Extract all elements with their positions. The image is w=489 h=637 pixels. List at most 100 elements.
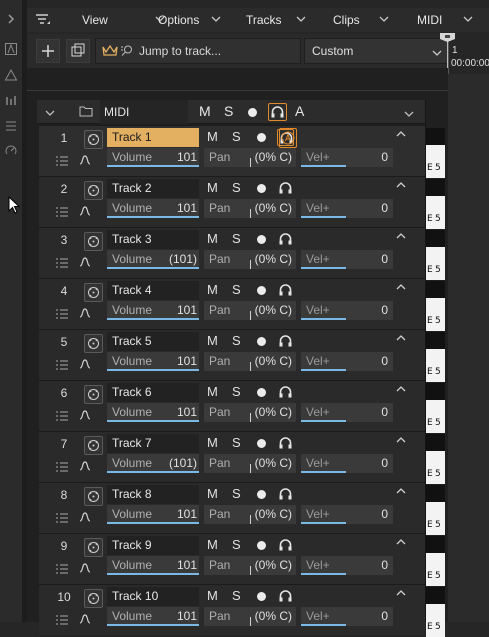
track-icon[interactable]: [84, 334, 103, 353]
track-header[interactable]: 4 Track 4 M S Volume 101 Pan (0% C) Vel+…: [39, 278, 425, 329]
track-menu-icon[interactable]: [56, 410, 68, 421]
collapse-folder-icon[interactable]: [44, 107, 56, 121]
mute-button[interactable]: M: [207, 588, 218, 603]
track-header[interactable]: 3 Track 3 M S Volume (101) Pan (0% C) Ve…: [39, 227, 425, 278]
solo-button[interactable]: S: [232, 588, 241, 603]
track-icon[interactable]: [84, 283, 103, 302]
chevron-up-icon[interactable]: [395, 332, 407, 346]
record-arm-button[interactable]: [257, 592, 266, 601]
duplicate-track-button[interactable]: [66, 39, 90, 63]
solo-button[interactable]: S: [232, 129, 241, 144]
mute-button[interactable]: M: [207, 435, 218, 450]
chevron-down-icon[interactable]: [462, 8, 474, 32]
track-name-field[interactable]: Track 5: [107, 332, 199, 351]
record-arm-button[interactable]: [257, 490, 266, 499]
chevron-up-icon[interactable]: [395, 281, 407, 295]
solo-button[interactable]: S: [232, 384, 241, 399]
track-menu-icon[interactable]: [56, 461, 68, 472]
input-monitor-button[interactable]: [277, 384, 294, 401]
track-menu-icon[interactable]: [56, 512, 68, 523]
mute-button[interactable]: M: [207, 384, 218, 399]
midi-clip[interactable]: [426, 400, 445, 433]
volume-slider[interactable]: Volume 101: [107, 403, 199, 422]
solo-button[interactable]: S: [232, 231, 241, 246]
midi-clip[interactable]: [426, 247, 445, 280]
dial-icon[interactable]: [4, 144, 18, 158]
playhead-marker[interactable]: [439, 32, 456, 42]
midi-clip[interactable]: [426, 349, 445, 382]
folder-automation-button[interactable]: A: [295, 103, 304, 119]
track-header[interactable]: 9 Track 9 M S Volume 101 Pan (0% C) Vel+…: [39, 533, 425, 584]
record-arm-button[interactable]: [257, 541, 266, 550]
track-menu-icon[interactable]: [56, 257, 68, 268]
meters-icon[interactable]: [4, 94, 18, 108]
velocity-slider[interactable]: Vel+ 0: [301, 250, 393, 269]
pan-slider[interactable]: Pan (0% C): [204, 607, 296, 626]
midi-clip[interactable]: [426, 451, 445, 484]
volume-slider[interactable]: Volume 101: [107, 352, 199, 371]
midi-clip[interactable]: [426, 502, 445, 535]
chevron-up-icon[interactable]: [395, 383, 407, 397]
track-name-field[interactable]: Track 1: [107, 128, 199, 147]
menu-options[interactable]: Options: [158, 8, 199, 32]
track-icon[interactable]: [84, 436, 103, 455]
record-arm-button[interactable]: [257, 439, 266, 448]
solo-button[interactable]: S: [232, 333, 241, 348]
track-header[interactable]: 2 Track 2 M S Volume 101 Pan (0% C) Vel+…: [39, 176, 425, 227]
input-monitor-button[interactable]: [277, 333, 294, 350]
chevron-up-icon[interactable]: [395, 434, 407, 448]
pan-slider[interactable]: Pan (0% C): [204, 556, 296, 575]
chevron-up-icon[interactable]: [395, 536, 407, 550]
track-menu-icon[interactable]: [56, 206, 68, 217]
chevron-up-icon[interactable]: [395, 587, 407, 601]
midi-clip[interactable]: [426, 196, 445, 229]
track-header[interactable]: 5 Track 5 M S Volume 101 Pan (0% C) Vel+…: [39, 329, 425, 380]
mute-button[interactable]: M: [207, 486, 218, 501]
chevron-down-icon[interactable]: [210, 8, 222, 32]
chevron-up-icon[interactable]: [395, 128, 407, 142]
velocity-slider[interactable]: Vel+ 0: [301, 454, 393, 473]
chevron-down-icon[interactable]: [403, 108, 415, 122]
pan-slider[interactable]: Pan (0% C): [204, 148, 296, 167]
track-menu-icon[interactable]: [56, 308, 68, 319]
midi-clip[interactable]: [426, 553, 445, 586]
automation-curve-icon[interactable]: [79, 256, 91, 268]
input-monitor-button[interactable]: [277, 537, 294, 554]
pan-slider[interactable]: Pan (0% C): [204, 352, 296, 371]
track-icon[interactable]: [84, 181, 103, 200]
volume-slider[interactable]: Volume 101: [107, 148, 199, 167]
automation-curve-icon[interactable]: [79, 562, 91, 574]
record-arm-button[interactable]: [257, 184, 266, 193]
automation-curve-icon[interactable]: [79, 511, 91, 523]
velocity-slider[interactable]: Vel+ 0: [301, 607, 393, 626]
track-name-field[interactable]: Track 10: [107, 587, 199, 606]
pan-slider[interactable]: Pan (0% C): [204, 250, 296, 269]
folder-mute-button[interactable]: M: [199, 103, 211, 119]
volume-slider[interactable]: Volume 101: [107, 505, 199, 524]
workspace-select[interactable]: Custom: [304, 38, 448, 64]
velocity-slider[interactable]: Vel+ 0: [301, 199, 393, 218]
track-icon[interactable]: [84, 232, 103, 251]
chevron-down-icon[interactable]: [378, 8, 390, 32]
solo-button[interactable]: S: [232, 537, 241, 552]
mute-button[interactable]: M: [207, 180, 218, 195]
crown-icon[interactable]: [102, 44, 118, 56]
menu-tracks[interactable]: Tracks: [246, 8, 282, 32]
record-arm-button[interactable]: [257, 133, 266, 142]
track-menu-icon[interactable]: [56, 614, 68, 625]
volume-slider[interactable]: Volume 101: [107, 199, 199, 218]
track-name-field[interactable]: Track 3: [107, 230, 199, 249]
track-name-field[interactable]: Track 2: [107, 179, 199, 198]
automation-curve-icon[interactable]: [79, 613, 91, 625]
pan-slider[interactable]: Pan (0% C): [204, 505, 296, 524]
volume-slider[interactable]: Volume 101: [107, 607, 199, 626]
track-name-field[interactable]: Track 4: [107, 281, 199, 300]
input-monitor-button[interactable]: [277, 588, 294, 605]
track-icon[interactable]: [84, 538, 103, 557]
input-monitor-button[interactable]: [277, 435, 294, 452]
add-track-button[interactable]: [36, 39, 60, 63]
track-name-field[interactable]: Track 8: [107, 485, 199, 504]
pan-slider[interactable]: Pan (0% C): [204, 301, 296, 320]
menu-midi[interactable]: MIDI: [417, 8, 442, 32]
volume-slider[interactable]: Volume 101: [107, 556, 199, 575]
